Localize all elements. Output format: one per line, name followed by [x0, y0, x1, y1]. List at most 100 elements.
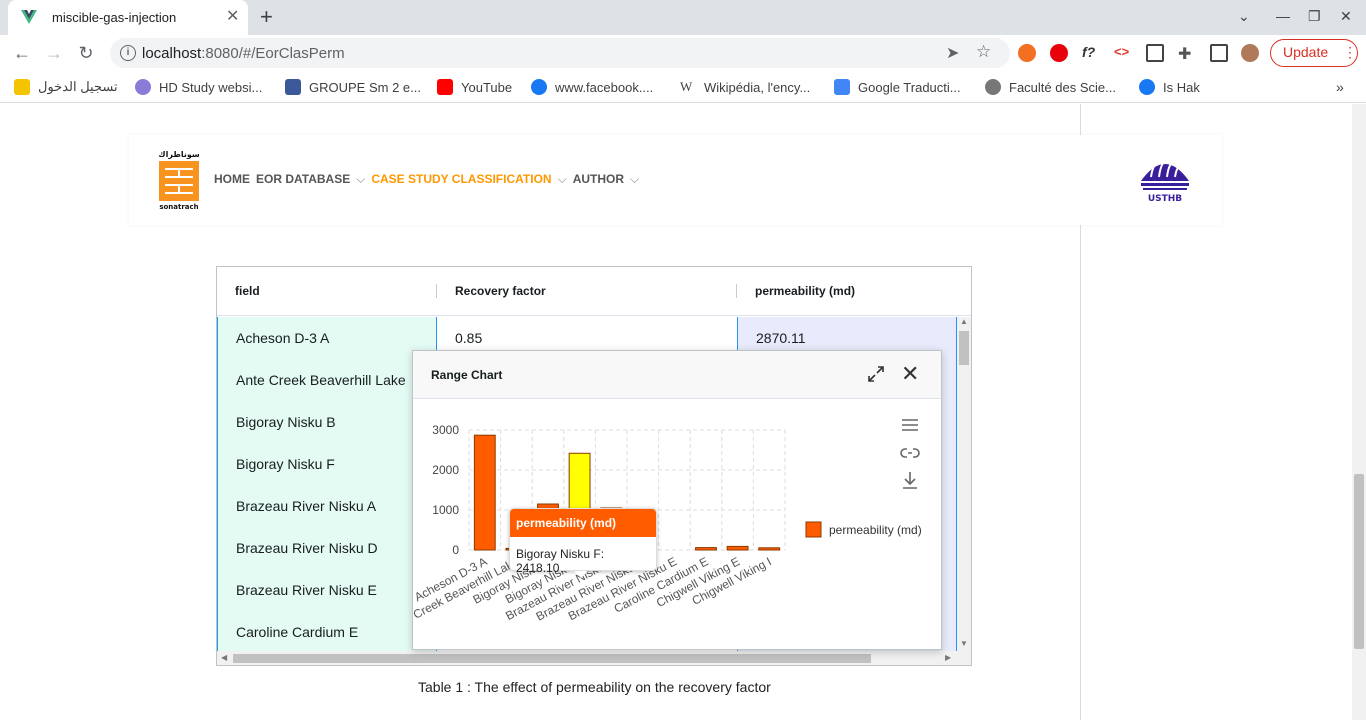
tooltip-arrow — [574, 571, 588, 578]
forward-icon[interactable]: → — [42, 41, 66, 65]
tab-title: miscible-gas-injection — [52, 10, 177, 25]
y-tick-label: 3000 — [432, 423, 459, 437]
menu-icon — [902, 419, 918, 431]
grid-vertical-thumb[interactable] — [959, 331, 969, 365]
page-scrollbar[interactable] — [1352, 104, 1366, 720]
nav-eor-database[interactable]: EOR DATABASE — [256, 172, 350, 187]
page-scrollbar-thumb[interactable] — [1354, 474, 1364, 649]
bookmark-item[interactable]: HD Study websi... — [135, 78, 262, 96]
cell-field[interactable]: Bigoray Nisku B — [217, 401, 437, 443]
browser-tab[interactable]: miscible-gas-injection ✕ — [8, 0, 248, 35]
facebook-icon — [531, 79, 547, 95]
y-tick-label: 1000 — [432, 503, 459, 517]
scroll-left-icon[interactable]: ◀ — [221, 653, 227, 662]
extension-icon-code[interactable]: <> — [1114, 44, 1132, 62]
browser-toolbar: ← → ↻ i localhost:8080/#/EorClasPerm ➤ ☆… — [0, 35, 1366, 71]
cell-field[interactable]: Ante Creek Beaverhill Lake — [217, 359, 437, 401]
column-separator[interactable] — [736, 284, 737, 298]
y-tick-label: 0 — [452, 543, 459, 557]
chart-area: 0100020003000Acheson D-3 AAnte Creek Bea… — [386, 400, 941, 650]
extension-icon-a[interactable] — [1018, 44, 1036, 62]
cell-field[interactable]: Brazeau River Nisku E — [217, 569, 437, 611]
new-tab-icon[interactable]: + — [260, 5, 273, 29]
cell-field[interactable]: Brazeau River Nisku A — [217, 485, 437, 527]
avatar[interactable] — [1241, 44, 1259, 62]
puzzle-icon[interactable]: ✚ — [1178, 44, 1196, 63]
grid-horizontal-thumb[interactable] — [233, 654, 871, 663]
close-icon[interactable]: ✕ — [901, 363, 919, 385]
scroll-right-icon[interactable]: ▶ — [945, 653, 951, 662]
svg-text:sonatrach: sonatrach — [159, 203, 198, 211]
bookmark-item[interactable]: GROUPE Sm 2 e... — [285, 78, 421, 96]
chevron-down-icon: ⌵ — [557, 172, 567, 186]
bookmark-favicon-icon — [135, 79, 151, 95]
dialog-title: Range Chart — [431, 368, 503, 382]
bookmark-star-icon[interactable]: ☆ — [976, 42, 991, 62]
sonatrach-logo[interactable]: سوناطراك sonatrach — [159, 149, 199, 211]
google-translate-icon — [834, 79, 850, 95]
pip-icon[interactable] — [1146, 44, 1164, 62]
info-icon[interactable]: i — [120, 45, 136, 61]
facebook-icon — [1139, 79, 1155, 95]
bookmark-item[interactable]: www.facebook.... — [531, 78, 653, 96]
svg-text:USTHB: USTHB — [1148, 194, 1182, 204]
bookmark-item[interactable]: Is Hak — [1139, 78, 1200, 96]
youtube-icon — [437, 79, 453, 95]
site-header: سوناطراك sonatrach HOME EOR DATABASE ⌵ CA… — [129, 135, 1222, 225]
minimize-icon[interactable]: — — [1276, 8, 1290, 24]
close-window-icon[interactable]: ✕ — [1340, 8, 1352, 25]
grid-header: field Recovery factor permeability (md) — [217, 267, 971, 316]
cell-field[interactable]: Bigoray Nisku F — [217, 443, 437, 485]
chart-bar — [473, 434, 496, 551]
reload-icon[interactable]: ↻ — [74, 41, 98, 65]
restore-icon[interactable]: ❐ — [1308, 8, 1321, 25]
bookmark-item[interactable]: YouTube — [437, 78, 512, 96]
bookmarks-bar: تسجيل الدخول HD Study websi... GROUPE Sm… — [0, 71, 1366, 103]
tab-close-icon[interactable]: ✕ — [226, 8, 239, 26]
y-tick-label: 2000 — [432, 463, 459, 477]
nav-home[interactable]: HOME — [214, 172, 250, 187]
maximize-icon[interactable] — [867, 365, 885, 383]
column-separator[interactable] — [436, 284, 437, 298]
grid-vertical-scrollbar[interactable]: ▲ ▼ — [957, 317, 971, 651]
cell-field[interactable]: Acheson D-3 A — [217, 317, 437, 359]
bookmark-item[interactable]: Faculté des Scie... — [985, 78, 1116, 96]
legend-swatch — [805, 521, 822, 538]
usthb-logo[interactable]: USTHB — [1137, 153, 1193, 205]
back-icon[interactable]: ← — [10, 41, 34, 65]
url-text: localhost:8080/#/EorClasPerm — [142, 45, 345, 62]
extension-icon-f[interactable]: f? — [1082, 44, 1100, 62]
chart-bar — [726, 545, 749, 551]
cell-field[interactable]: Caroline Cardium E — [217, 611, 437, 653]
bookmark-item[interactable]: W Wikipédia, l'ency... — [680, 78, 810, 96]
scroll-up-icon[interactable]: ▲ — [960, 317, 968, 326]
nav-case-study[interactable]: CASE STUDY CLASSIFICATION — [371, 172, 551, 187]
extension-icon-b[interactable] — [1050, 44, 1068, 62]
scroll-down-icon[interactable]: ▼ — [960, 639, 968, 648]
table-caption: Table 1 : The effect of permeability on … — [418, 679, 771, 695]
main-nav: HOME EOR DATABASE ⌵ CASE STUDY CLASSIFICA… — [214, 172, 645, 187]
legend-label: permeability (md) — [829, 523, 922, 537]
nav-author[interactable]: AUTHOR — [573, 172, 624, 187]
chart-bar — [758, 547, 781, 551]
send-icon[interactable]: ➤ — [946, 43, 959, 63]
bookmark-favicon-icon — [14, 79, 30, 95]
chart-tooltip: permeability (md) Bigoray Nisku F: 2418.… — [509, 508, 657, 578]
bookmark-item[interactable]: تسجيل الدخول — [14, 78, 118, 96]
range-chart-dialog: Range Chart ✕ 0 1000 2000 3000 Acheson D-3 A… — [386, 350, 942, 650]
more-bookmarks-icon[interactable]: » — [1336, 78, 1344, 96]
bookmark-item[interactable]: Google Traducti... — [834, 78, 961, 96]
column-header-permeability[interactable]: permeability (md) — [755, 284, 855, 298]
address-bar[interactable]: i localhost:8080/#/EorClasPerm ➤ ☆ — [110, 38, 1010, 68]
grid-horizontal-scrollbar[interactable]: ◀ ▶ — [217, 651, 971, 665]
page-content: سوناطراك sonatrach HOME EOR DATABASE ⌵ CA… — [0, 104, 1366, 720]
download-icon — [903, 472, 917, 489]
dialog-header[interactable]: Range Chart ✕ — [413, 351, 941, 399]
column-header-field[interactable]: field — [235, 284, 260, 298]
update-button[interactable]: Update ⋮ — [1270, 39, 1358, 67]
tab-search-icon[interactable]: ⌄ — [1238, 8, 1250, 25]
facebook-icon — [285, 79, 301, 95]
column-header-recovery[interactable]: Recovery factor — [455, 284, 546, 298]
cell-field[interactable]: Brazeau River Nisku D — [217, 527, 437, 569]
side-panel-icon[interactable] — [1210, 44, 1228, 62]
